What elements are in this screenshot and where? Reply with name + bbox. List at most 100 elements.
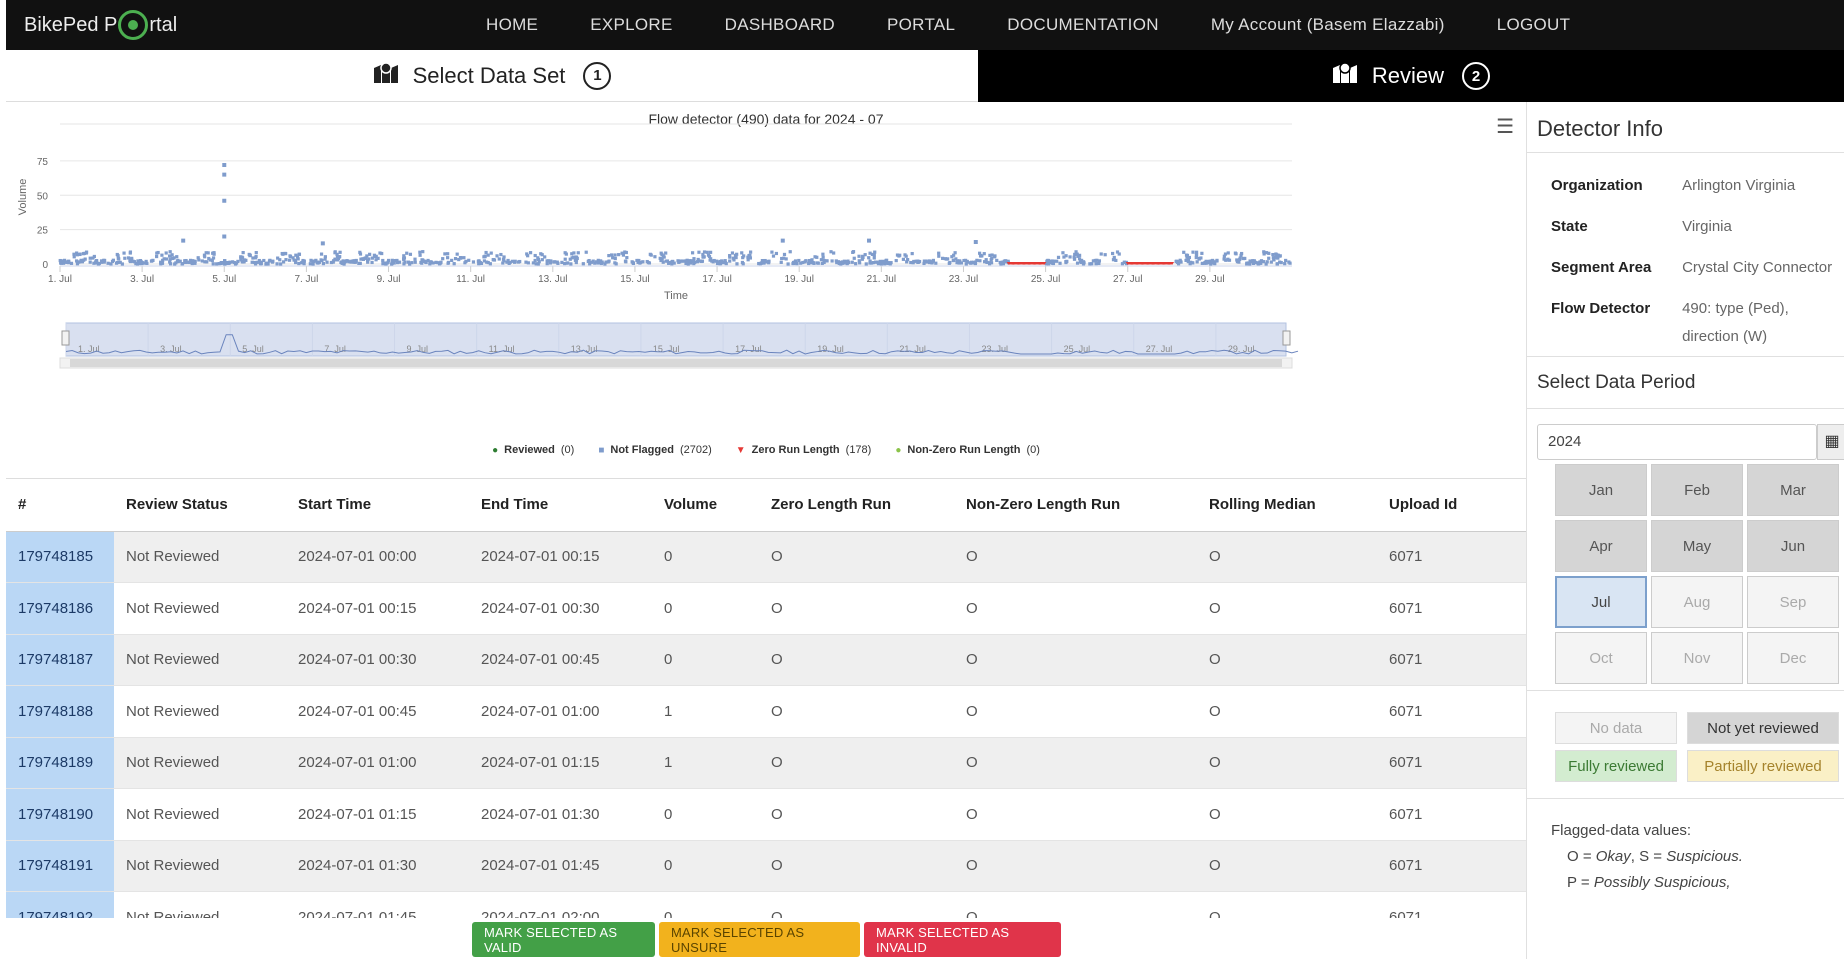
brand-logo[interactable]: BikePed P rtal bbox=[24, 0, 177, 50]
data-point bbox=[168, 260, 172, 264]
data-point bbox=[705, 250, 709, 254]
month-may[interactable]: May bbox=[1651, 520, 1743, 572]
cell-id[interactable]: 179748190 bbox=[6, 788, 114, 841]
month-dec[interactable]: Dec bbox=[1747, 632, 1839, 684]
cell-start-time: 2024-07-01 01:30 bbox=[286, 840, 469, 892]
cell-id[interactable]: 179748187 bbox=[6, 634, 114, 686]
month-sep[interactable]: Sep bbox=[1747, 576, 1839, 628]
col-header-non-zero-length-run[interactable]: Non-Zero Length Run bbox=[954, 479, 1197, 532]
legend-item-zero-run-length[interactable]: ▼ Zero Run Length (178) bbox=[736, 444, 872, 456]
data-point bbox=[1195, 260, 1199, 264]
data-point bbox=[366, 260, 370, 264]
col-header-id[interactable]: # bbox=[6, 479, 114, 532]
data-point bbox=[1207, 261, 1211, 265]
nav-home[interactable]: HOME bbox=[486, 15, 538, 35]
col-header-review-status[interactable]: Review Status bbox=[114, 479, 286, 532]
month-jan[interactable]: Jan bbox=[1555, 464, 1647, 516]
nav-documentation[interactable]: DOCUMENTATION bbox=[1007, 15, 1159, 35]
data-point bbox=[325, 260, 329, 264]
table-row[interactable]: 179748192 Not Reviewed 2024-07-01 01:45 202… bbox=[6, 891, 1526, 918]
year-input[interactable]: 2024 bbox=[1537, 424, 1817, 460]
cell-id[interactable]: 179748192 bbox=[6, 891, 114, 918]
data-point bbox=[779, 260, 783, 264]
month-jun[interactable]: Jun bbox=[1747, 520, 1839, 572]
scatter-chart[interactable]: 75 50 25 0 Volume 1. Jul 3. Jul 5. Jul 7. Jul 9. … bbox=[6, 102, 1526, 442]
data-point bbox=[648, 252, 652, 256]
month-aug[interactable]: Aug bbox=[1651, 576, 1743, 628]
data-point bbox=[359, 257, 363, 261]
data-point bbox=[236, 259, 240, 263]
mark-valid-button[interactable]: MARK SELECTED AS VALID bbox=[472, 922, 655, 957]
data-point bbox=[497, 257, 501, 261]
data-point bbox=[395, 258, 399, 263]
table-row[interactable]: 179748190 Not Reviewed 2024-07-01 01:15 202… bbox=[6, 788, 1526, 841]
data-point bbox=[685, 258, 689, 262]
month-feb[interactable]: Feb bbox=[1651, 464, 1743, 516]
mark-unsure-button[interactable]: MARK SELECTED AS UNSURE bbox=[659, 922, 860, 957]
data-point bbox=[635, 258, 639, 263]
chart-panel: Flow detector (490) data for 2024 - 07 ☰… bbox=[6, 102, 1526, 478]
info-key: Flow Detector bbox=[1551, 300, 1651, 317]
data-point bbox=[340, 260, 344, 264]
month-nov[interactable]: Nov bbox=[1651, 632, 1743, 684]
calendar-icon[interactable]: ▦ bbox=[1817, 424, 1844, 460]
legend-item-non-zero-run-length[interactable]: ● Non-Zero Run Length (0) bbox=[895, 444, 1040, 456]
data-point bbox=[1222, 254, 1226, 258]
col-header-rolling-median[interactable]: Rolling Median bbox=[1197, 479, 1377, 532]
data-point bbox=[1111, 251, 1115, 256]
data-point bbox=[1064, 254, 1068, 258]
table-row[interactable]: 179748185 Not Reviewed 2024-07-01 00:00 202… bbox=[6, 531, 1526, 583]
cell-non-zero-length-run: O bbox=[954, 788, 1197, 841]
data-point bbox=[1227, 258, 1232, 262]
cell-id[interactable]: 179748188 bbox=[6, 685, 114, 738]
col-header-zero-length-run[interactable]: Zero Length Run bbox=[759, 479, 954, 532]
cell-id[interactable]: 179748185 bbox=[6, 531, 114, 583]
month-apr[interactable]: Apr bbox=[1555, 520, 1647, 572]
cell-non-zero-length-run: O bbox=[954, 737, 1197, 789]
nav-logout[interactable]: LOGOUT bbox=[1497, 15, 1571, 35]
data-point bbox=[854, 262, 858, 266]
data-point bbox=[1240, 251, 1244, 256]
cell-id[interactable]: 179748186 bbox=[6, 582, 114, 635]
cell-id[interactable]: 179748191 bbox=[6, 840, 114, 892]
table-row[interactable]: 179748187 Not Reviewed 2024-07-01 00:30 202… bbox=[6, 634, 1526, 686]
mark-invalid-button[interactable]: MARK SELECTED AS INVALID bbox=[864, 922, 1061, 957]
step-select-data-set[interactable]: Select Data Set 1 bbox=[6, 50, 978, 102]
nav-explore[interactable]: EXPLORE bbox=[590, 15, 672, 35]
flag-text: Okay bbox=[1595, 848, 1631, 865]
chart-legend: ● Reviewed (0) ■ Not Flagged (2702) ▼ Ze… bbox=[6, 444, 1526, 456]
data-point bbox=[488, 262, 492, 266]
data-point bbox=[565, 261, 569, 265]
step-review[interactable]: Review 2 bbox=[978, 50, 1844, 102]
x-tick-label: 1. Jul bbox=[48, 274, 72, 285]
nav-my-account[interactable]: My Account (Basem Elazzabi) bbox=[1211, 15, 1445, 35]
month-oct[interactable]: Oct bbox=[1555, 632, 1647, 684]
month-jul[interactable]: Jul bbox=[1555, 576, 1647, 628]
table-row[interactable]: 179748191 Not Reviewed 2024-07-01 01:30 202… bbox=[6, 840, 1526, 892]
cell-zero-length-run: O bbox=[759, 531, 954, 583]
legend-item-not-flagged[interactable]: ■ Not Flagged (2702) bbox=[598, 444, 711, 456]
col-header-end-time[interactable]: End Time bbox=[469, 479, 652, 532]
data-point bbox=[545, 261, 549, 266]
table-row[interactable]: 179748189 Not Reviewed 2024-07-01 01:00 202… bbox=[6, 737, 1526, 789]
data-point bbox=[770, 250, 774, 254]
data-point bbox=[181, 238, 186, 243]
nav-dashboard[interactable]: DASHBOARD bbox=[725, 15, 835, 35]
nav-portal[interactable]: PORTAL bbox=[887, 15, 955, 35]
data-point bbox=[67, 260, 71, 264]
data-point bbox=[910, 251, 914, 256]
cell-id[interactable]: 179748189 bbox=[6, 737, 114, 789]
data-point bbox=[83, 257, 87, 261]
table-row[interactable]: 179748188 Not Reviewed 2024-07-01 00:45 202… bbox=[6, 685, 1526, 738]
col-header-upload-id[interactable]: Upload Id bbox=[1377, 479, 1526, 532]
col-header-volume[interactable]: Volume bbox=[652, 479, 759, 532]
col-header-start-time[interactable]: Start Time bbox=[286, 479, 469, 532]
x-tick-label: 25. Jul bbox=[1031, 274, 1060, 285]
month-mar[interactable]: Mar bbox=[1747, 464, 1839, 516]
data-table-container[interactable]: # Review Status Start Time End Time Volu… bbox=[6, 478, 1526, 918]
data-point bbox=[418, 253, 422, 257]
table-row[interactable]: 179748186 Not Reviewed 2024-07-01 00:15 202… bbox=[6, 582, 1526, 635]
data-point bbox=[771, 254, 776, 258]
cell-rolling-median: O bbox=[1197, 634, 1377, 686]
legend-item-reviewed[interactable]: ● Reviewed (0) bbox=[492, 444, 574, 456]
